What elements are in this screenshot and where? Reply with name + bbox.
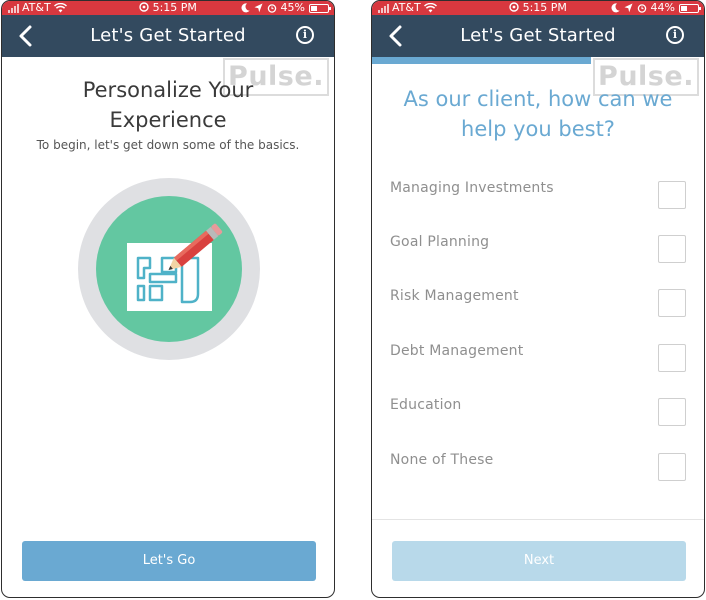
question-title: As our client, how can we help you best? xyxy=(372,84,704,144)
option-none-of-these[interactable]: None of These xyxy=(372,439,704,493)
status-bar: AT&T 5:15 PM 45% xyxy=(2,1,334,15)
moon-icon xyxy=(611,3,620,13)
phone-screen-question: AT&T 5:15 PM 44% Let's Get Started i Pul… xyxy=(371,0,705,598)
question-line2: help you best? xyxy=(461,117,615,141)
option-label: Debt Management xyxy=(390,343,524,359)
status-indicators: 44% xyxy=(611,1,701,15)
option-label: Goal Planning xyxy=(390,234,490,250)
page-title-line2: Experience xyxy=(109,108,227,132)
alarm-clock-icon xyxy=(637,4,646,13)
option-checkbox[interactable] xyxy=(658,289,686,317)
option-checkbox[interactable] xyxy=(658,344,686,372)
alarm-icon xyxy=(139,2,149,12)
lets-go-button[interactable]: Let's Go xyxy=(22,541,316,581)
option-label: Managing Investments xyxy=(390,180,554,196)
nav-title: Let's Get Started xyxy=(460,25,616,46)
info-icon[interactable]: i xyxy=(666,26,684,44)
personalize-illustration xyxy=(78,178,260,360)
battery-percent: 44% xyxy=(650,1,675,14)
location-icon xyxy=(624,3,633,13)
status-indicators: 45% xyxy=(241,1,331,15)
option-checkbox[interactable] xyxy=(658,235,686,263)
time-label: 5:15 PM xyxy=(152,1,197,14)
nav-bar: Let's Get Started i xyxy=(2,15,334,57)
option-checkbox[interactable] xyxy=(658,453,686,481)
option-label: None of These xyxy=(390,452,494,468)
option-checkbox[interactable] xyxy=(658,398,686,426)
question-line1: As our client, how can we xyxy=(403,87,673,111)
page-title: Personalize Your Experience xyxy=(2,75,334,135)
battery-icon xyxy=(679,3,701,13)
progress-fill xyxy=(372,57,592,64)
time-label: 5:15 PM xyxy=(522,1,567,14)
phone-screen-personalize: AT&T 5:15 PM 45% Let's Get Started i Pul… xyxy=(1,0,335,598)
battery-icon xyxy=(309,3,331,13)
info-icon[interactable]: i xyxy=(296,26,314,44)
page-subtitle: To begin, let's get down some of the bas… xyxy=(36,138,300,152)
option-debt-management[interactable]: Debt Management xyxy=(372,330,704,384)
status-bar: AT&T 5:15 PM 44% xyxy=(372,1,704,15)
option-label: Risk Management xyxy=(390,288,519,304)
floorplan-icon xyxy=(127,243,212,311)
option-label: Education xyxy=(390,397,462,413)
alarm-icon xyxy=(509,2,519,12)
moon-icon xyxy=(241,3,250,13)
option-managing-investments[interactable]: Managing Investments xyxy=(372,167,704,221)
option-education[interactable]: Education xyxy=(372,384,704,438)
option-goal-planning[interactable]: Goal Planning xyxy=(372,221,704,275)
option-risk-management[interactable]: Risk Management xyxy=(372,275,704,329)
page-title-line1: Personalize Your xyxy=(82,78,254,102)
footer-divider xyxy=(372,519,704,520)
nav-bar: Let's Get Started i xyxy=(372,15,704,57)
next-button[interactable]: Next xyxy=(392,541,686,581)
battery-percent: 45% xyxy=(280,1,305,14)
alarm-clock-icon xyxy=(267,4,276,13)
option-checkbox[interactable] xyxy=(658,181,686,209)
nav-title: Let's Get Started xyxy=(90,25,246,46)
location-icon xyxy=(254,3,263,13)
